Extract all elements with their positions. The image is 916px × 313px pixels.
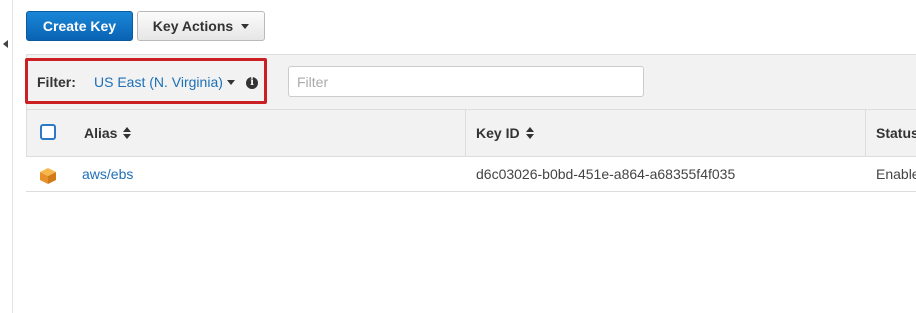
alias-link[interactable]: aws/ebs xyxy=(82,166,133,182)
key-actions-button[interactable]: Key Actions xyxy=(137,11,265,41)
sort-icon xyxy=(123,127,132,139)
create-key-button[interactable]: Create Key xyxy=(26,11,133,41)
column-header-label: Status xyxy=(876,125,916,141)
chevron-down-icon xyxy=(226,79,235,85)
table-row[interactable] xyxy=(26,157,916,192)
cube-icon xyxy=(40,168,56,184)
select-all-checkbox[interactable] xyxy=(40,124,56,140)
sidebar-collapsed xyxy=(0,0,13,313)
region-dropdown[interactable]: US East (N. Virginia) xyxy=(94,74,235,90)
column-header-status[interactable]: Status xyxy=(876,125,916,141)
region-value: US East (N. Virginia) xyxy=(94,74,223,90)
filter-search-input[interactable] xyxy=(288,66,644,97)
chevron-down-icon xyxy=(241,23,250,29)
column-header-label: Key ID xyxy=(476,125,520,141)
create-key-label: Create Key xyxy=(42,18,117,34)
filter-label: Filter: xyxy=(37,74,76,90)
key-actions-label: Key Actions xyxy=(152,18,234,34)
column-header-label: Alias xyxy=(84,125,118,141)
sort-icon xyxy=(525,127,534,139)
info-icon[interactable]: i xyxy=(246,77,258,89)
kms-console: Create Key Key Actions Filter: US East (… xyxy=(0,0,916,313)
table-header xyxy=(26,109,916,157)
column-divider xyxy=(465,110,466,156)
column-divider xyxy=(865,110,866,156)
column-header-alias[interactable]: Alias xyxy=(84,125,132,141)
column-header-key-id[interactable]: Key ID xyxy=(476,125,534,141)
key-id-cell: d6c03026-b0bd-451e-a864-a68355f4f035 xyxy=(476,166,736,182)
sidebar-toggle-icon[interactable] xyxy=(3,40,8,48)
status-cell: Enable xyxy=(876,166,916,182)
